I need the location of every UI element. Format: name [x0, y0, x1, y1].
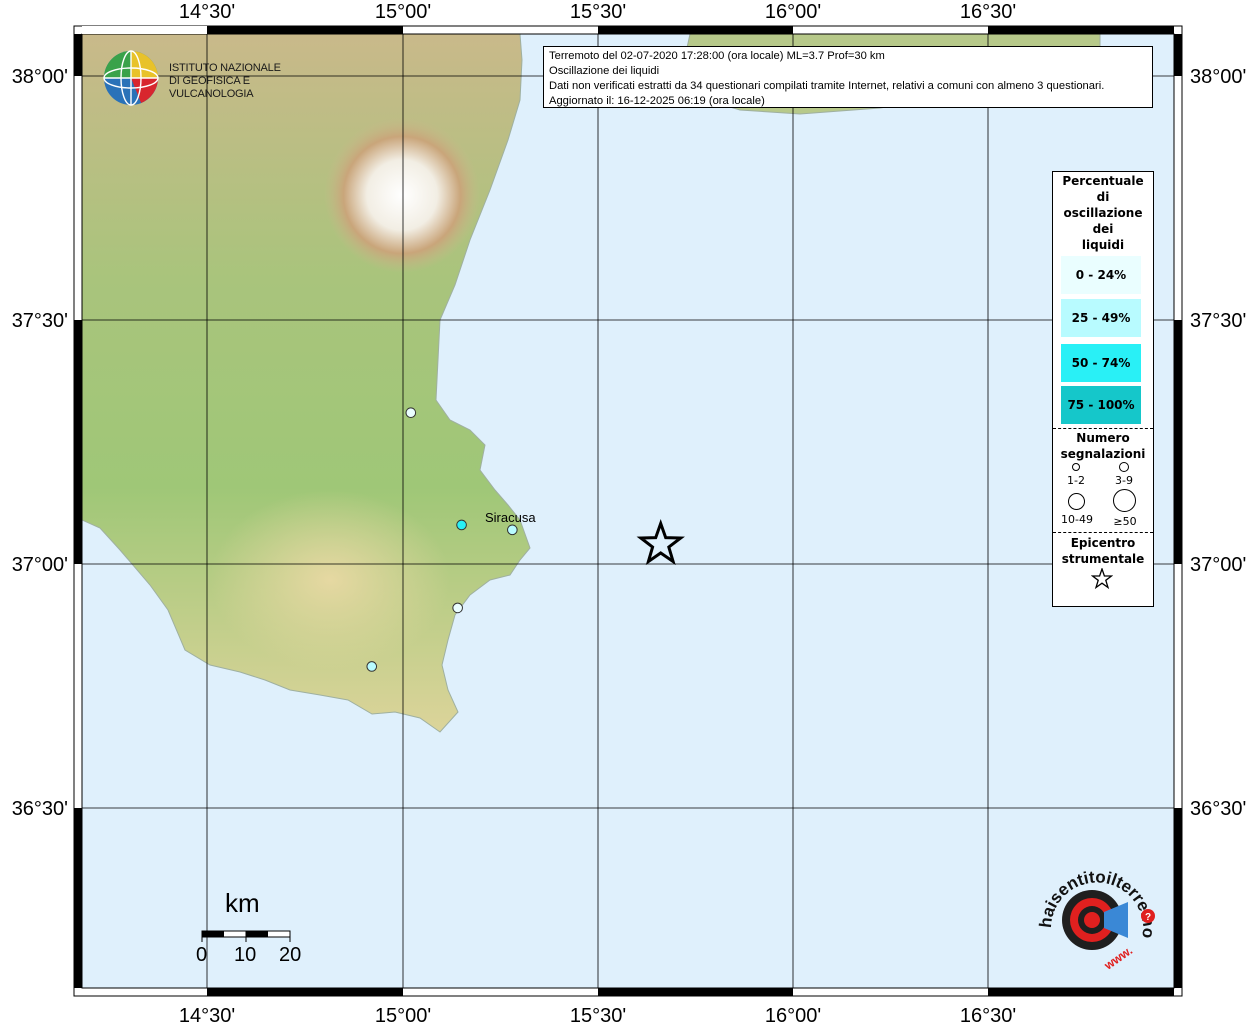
legend-count-title: Numero segnalazioni [1053, 430, 1153, 462]
legend-swatch-0-24: 0 - 24% [1061, 256, 1141, 294]
svg-text:?: ? [1145, 912, 1151, 923]
legend-title-line: liquidi [1081, 238, 1125, 252]
legend-title-line: Percentuale [1062, 174, 1144, 188]
ingv-globe-icon [103, 50, 159, 106]
longitude-labels-bottom: 14°30' 15°00' 15°30' 16°00' 16°30' [179, 1005, 1016, 1024]
count-circle-large-icon [1068, 493, 1085, 510]
legend-epicenter-title-line: strumentale [1061, 552, 1145, 566]
etna-volcano [324, 117, 480, 273]
legend-swatch-75-100: 75 - 100% [1061, 386, 1141, 424]
scale-bar-graphic [201, 930, 291, 942]
legend-swatch-25-49: 25 - 49% [1061, 299, 1141, 337]
ingv-logo: ISTITUTO NAZIONALE DI GEOFISICA E VULCAN… [101, 48, 311, 108]
ingv-logo-line1: ISTITUTO NAZIONALE [169, 62, 281, 74]
count-label: 1-2 [1067, 474, 1085, 487]
legend-panel: Percentuale di oscillazione dei liquidi … [1052, 171, 1154, 607]
scale-bar: km 0 10 20 [195, 888, 315, 968]
legend-epicenter-title: Epicentro strumentale [1053, 535, 1153, 567]
observation-marker[interactable] [366, 661, 378, 672]
observation-marker[interactable] [405, 407, 417, 419]
count-label: 3-9 [1115, 474, 1133, 487]
legend-swatch-50-74: 50 - 74% [1061, 344, 1141, 382]
lon-label: 14°30' [179, 1005, 235, 1024]
lat-label: 37°00' [12, 554, 68, 576]
legend-count-title-line: Numero [1076, 431, 1130, 445]
observation-marker[interactable] [507, 524, 518, 536]
lat-label: 37°00' [1190, 554, 1246, 576]
latitude-labels-left: 38°00' 37°30' 37°00' 36°30' [12, 66, 68, 820]
legend-title-line: di [1096, 190, 1110, 204]
city-label-siracusa: Siracusa [485, 510, 536, 525]
count-circle-xlarge-icon [1113, 489, 1136, 512]
event-info-line: Terremoto del 02-07-2020 17:28:00 (ora l… [549, 50, 885, 62]
scale-tick-label: 20 [279, 944, 302, 966]
count-circle-small-icon [1072, 463, 1080, 471]
lon-label: 16°30' [960, 1, 1016, 23]
lat-label: 36°30' [1190, 798, 1246, 820]
observation-marker[interactable] [452, 602, 463, 614]
legend-title-line: dei [1092, 222, 1114, 236]
epicenter-legend-star-icon [1091, 568, 1113, 590]
lat-label: 38°00' [1190, 66, 1246, 88]
legend-epicenter-title-line: Epicentro [1070, 536, 1136, 550]
scale-tick-label: 10 [234, 944, 257, 966]
event-info-box: Terremoto del 02-07-2020 17:28:00 (ora l… [543, 46, 1153, 108]
scale-tick-label: 0 [196, 944, 208, 966]
latitude-labels-right: 38°00' 37°30' 37°00' 36°30' [1190, 66, 1246, 820]
event-info-line: Aggiornato il: 16-12-2025 06:19 (ora loc… [549, 95, 765, 107]
legend-title-line: oscillazione [1063, 206, 1143, 220]
legend-count-title-line: segnalazioni [1060, 447, 1146, 461]
legend-separator [1053, 532, 1153, 533]
legend-title: Percentuale di oscillazione dei liquidi [1053, 173, 1153, 253]
lat-label: 36°30' [12, 798, 68, 820]
lat-label: 38°00' [12, 66, 68, 88]
lon-label: 16°00' [765, 1, 821, 23]
ingv-logo-line2: DI GEOFISICA E VULCANOLOGIA [169, 75, 254, 100]
haisentito-logo: haisentitoilterremoto.it ? www. [1025, 845, 1160, 980]
lon-label: 14°30' [179, 1, 235, 23]
lon-label: 15°00' [375, 1, 431, 23]
scale-unit: km [225, 888, 260, 918]
lon-label: 15°30' [570, 1, 626, 23]
lat-label: 37°30' [12, 310, 68, 332]
lon-label: 16°00' [765, 1005, 821, 1024]
observation-marker[interactable] [456, 519, 467, 531]
lon-label: 15°30' [570, 1005, 626, 1024]
lon-label: 15°00' [375, 1005, 431, 1024]
count-label: 10-49 [1061, 513, 1093, 526]
count-label: ≥50 [1113, 515, 1137, 528]
haisentito-url-text: www. [1101, 943, 1135, 973]
event-info-line: Oscillazione dei liquidi [549, 65, 660, 77]
haisentito-logo-graphic: haisentitoilterremoto.it ? www. [1025, 845, 1159, 973]
legend-separator [1053, 428, 1153, 429]
count-circle-medium-icon [1119, 462, 1129, 472]
hyblean-plateau [210, 490, 450, 670]
lon-label: 16°30' [960, 1005, 1016, 1024]
event-info-line: Dati non verificati estratti da 34 quest… [549, 80, 1105, 92]
longitude-labels-top: 14°30' 15°00' 15°30' 16°00' 16°30' [179, 1, 1016, 23]
lat-label: 37°30' [1190, 310, 1246, 332]
